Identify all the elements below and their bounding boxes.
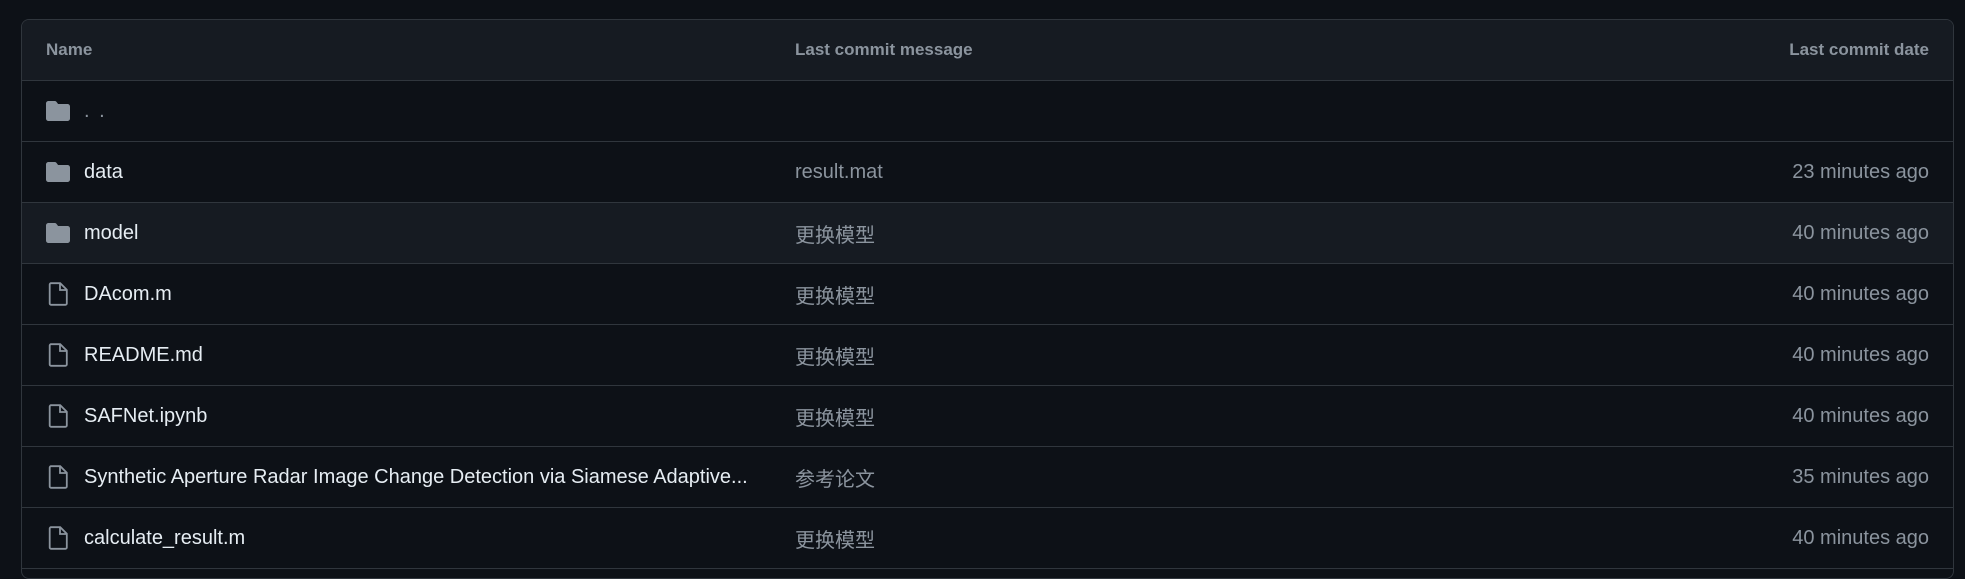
file-table: Name Last commit message Last commit dat… [21,19,1954,579]
commit-date: 40 minutes ago [1792,282,1929,305]
file-icon [46,526,70,550]
file-icon [46,282,70,306]
folder-icon [46,221,70,245]
table-row[interactable]: README.md 更换模型 40 minutes ago [22,325,1953,386]
header-message: Last commit message [795,40,973,59]
parent-directory-link[interactable]: . . [84,100,107,123]
folder-icon [46,160,70,184]
commit-message-link[interactable]: 更换模型 [795,280,1553,309]
commit-date: 40 minutes ago [1792,221,1929,244]
folder-link[interactable]: model [84,222,138,245]
commit-date: 35 minutes ago [1792,465,1929,488]
table-row[interactable]: model 更换模型 40 minutes ago [22,203,1953,264]
commit-date: 23 minutes ago [1792,160,1929,183]
commit-message-link[interactable]: 更换模型 [795,341,1553,370]
file-link[interactable]: DAcom.m [84,283,172,306]
commit-date: 40 minutes ago [1792,404,1929,427]
commit-date: 40 minutes ago [1792,526,1929,549]
header-name: Name [46,40,93,59]
file-icon [46,404,70,428]
table-row[interactable]: data result.mat 23 minutes ago [22,142,1953,203]
commit-date: 40 minutes ago [1792,343,1929,366]
file-icon [46,343,70,367]
folder-link[interactable]: data [84,161,123,184]
file-link[interactable]: README.md [84,344,203,367]
commit-message-link[interactable]: 更换模型 [795,402,1553,431]
table-row[interactable]: calculate_result.m 更换模型 40 minutes ago [22,508,1953,569]
commit-message-link[interactable]: result.mat [795,161,1553,184]
commit-message-link[interactable]: 参考论文 [795,463,1553,492]
table-row[interactable]: DAcom.m 更换模型 40 minutes ago [22,264,1953,325]
table-row[interactable]: Synthetic Aperture Radar Image Change De… [22,447,1953,508]
table-header: Name Last commit message Last commit dat… [22,20,1953,81]
table-row[interactable]: SAFNet.ipynb 更换模型 40 minutes ago [22,386,1953,447]
header-date: Last commit date [1789,40,1929,59]
file-link[interactable]: SAFNet.ipynb [84,405,207,428]
folder-icon [46,99,70,123]
parent-directory-row[interactable]: . . [22,81,1953,142]
file-link[interactable]: Synthetic Aperture Radar Image Change De… [84,466,748,489]
file-icon [46,465,70,489]
commit-message-link[interactable]: 更换模型 [795,219,1553,248]
file-link[interactable]: calculate_result.m [84,527,245,550]
commit-message-link[interactable]: 更换模型 [795,524,1553,553]
